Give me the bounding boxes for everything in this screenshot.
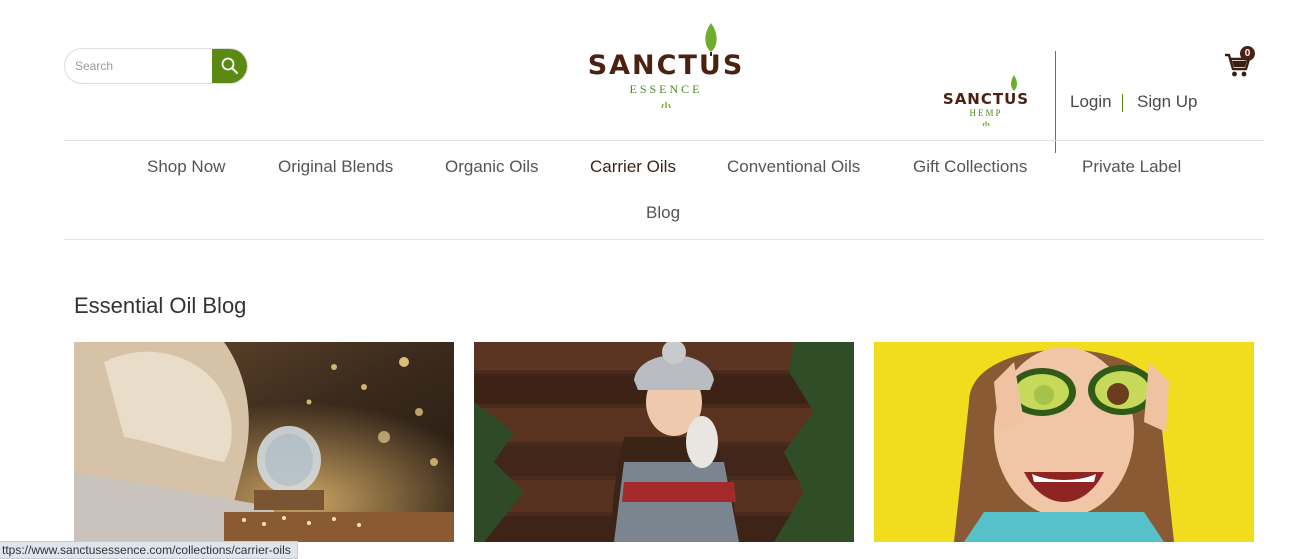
nav-private-label[interactable]: Private Label [1082,157,1181,177]
sprout-icon [982,121,990,126]
cart-button[interactable]: 0 [1224,46,1258,78]
blog-card-2[interactable] [474,342,854,542]
nav-blog[interactable]: Blog [646,203,680,223]
blog-card-3[interactable] [874,342,1254,542]
nav-organic-oils[interactable]: Organic Oils [445,157,539,177]
hemp-wordmark: SANCTUS [942,90,1030,108]
login-link[interactable]: Login [1070,92,1112,112]
auth-separator [1122,94,1123,112]
nav-conventional-oils[interactable]: Conventional Oils [727,157,860,177]
logo-subtitle: ESSENCE [629,82,703,96]
search-box [64,48,248,84]
nav-original-blends[interactable]: Original Blends [278,157,393,177]
signup-link[interactable]: Sign Up [1137,92,1197,112]
search-input[interactable] [65,49,213,83]
nav-top-divider [64,140,1264,141]
hemp-subtitle: HEMP [969,108,1003,118]
header-divider [1055,51,1056,153]
logo-wordmark: SANCTUS [587,50,745,81]
search-button[interactable] [212,49,247,83]
nav-bottom-divider [64,239,1264,240]
browser-status-url: ttps://www.sanctusessence.com/collection… [0,541,298,559]
blog-page-title: Essential Oil Blog [74,293,247,318]
blog-card-1[interactable] [74,342,454,542]
nav-gift-collections[interactable]: Gift Collections [913,157,1027,177]
nav-carrier-oils[interactable]: Carrier Oils [590,157,676,177]
girl-snow-globe-photo [74,342,454,542]
woman-winter-hat-photo [474,342,854,542]
cart-count-badge: 0 [1240,46,1255,61]
search-icon [221,57,238,74]
sprout-icon [661,102,671,108]
sanctus-hemp-logo[interactable]: SANCTUS HEMP [934,74,1038,130]
nav-shop-now[interactable]: Shop Now [147,157,225,177]
woman-avocado-eyes-photo [874,342,1254,542]
sanctus-essence-logo[interactable]: SANCTUS ESSENCE [586,20,746,112]
